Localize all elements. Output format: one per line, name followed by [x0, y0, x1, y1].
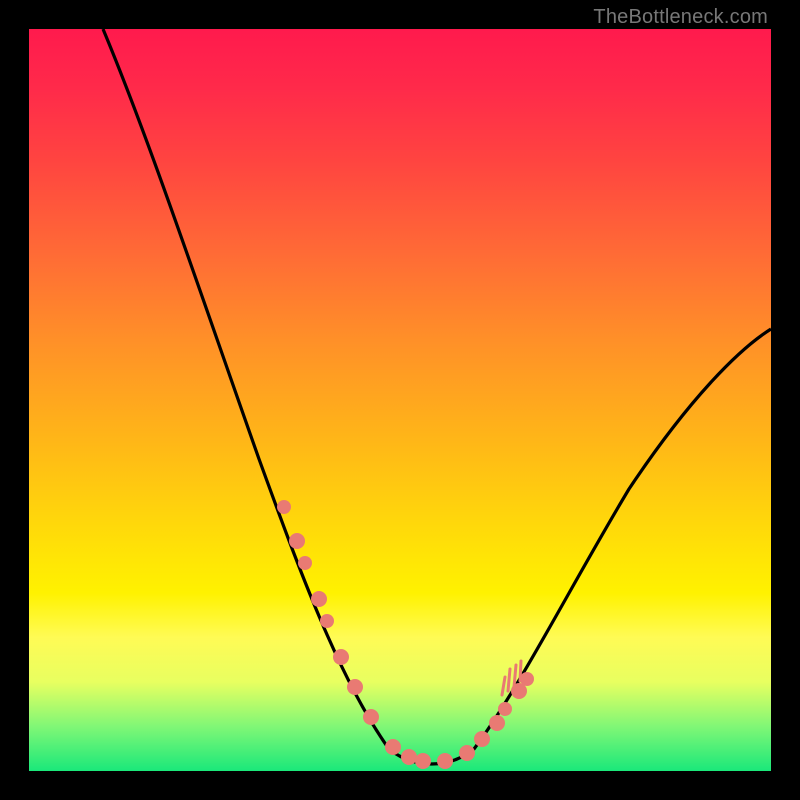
bottleneck-curve: [103, 29, 771, 764]
highlight-dots: [277, 500, 534, 769]
watermark-text: TheBottleneck.com: [593, 6, 768, 29]
plot-area: [29, 29, 771, 771]
chart-svg: [29, 29, 771, 771]
outer-frame: TheBottleneck.com: [0, 0, 800, 800]
